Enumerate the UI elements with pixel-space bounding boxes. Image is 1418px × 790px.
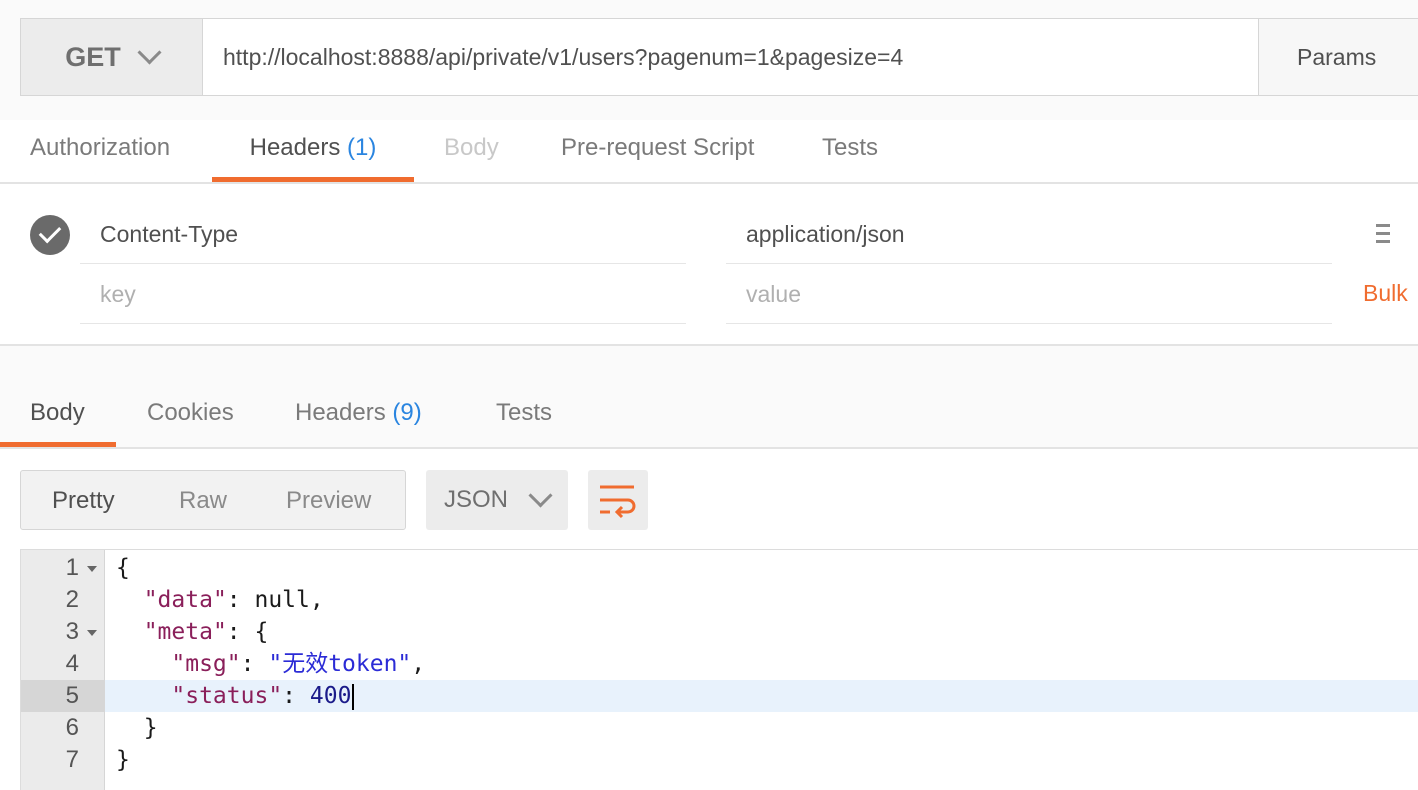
line-number: 4 bbox=[65, 650, 79, 677]
json-punct: : bbox=[282, 683, 310, 709]
code-text: "meta": { bbox=[116, 616, 269, 648]
json-key: "status" bbox=[171, 683, 283, 709]
request-tabs: Authorization Headers (1) Body Pre-reque… bbox=[0, 120, 1418, 184]
url-input[interactable]: http://localhost:8888/api/private/v1/use… bbox=[203, 19, 1259, 95]
json-punct: , bbox=[411, 651, 426, 677]
view-mode-toggle: Pretty Raw Preview bbox=[20, 470, 406, 530]
code-text: "data": null, bbox=[116, 584, 324, 616]
tab-label: Cookies bbox=[147, 399, 234, 426]
code-text: } bbox=[116, 712, 158, 744]
tab-response-body[interactable]: Body bbox=[30, 368, 90, 447]
line-number: 2 bbox=[65, 586, 79, 613]
tab-headers[interactable]: Headers (1) bbox=[212, 120, 414, 182]
section-divider bbox=[0, 346, 1418, 368]
tab-response-headers[interactable]: Headers (9) bbox=[295, 368, 435, 447]
json-punct: : bbox=[240, 651, 269, 677]
tab-tests[interactable]: Tests bbox=[822, 120, 882, 182]
response-tabs: Body Cookies Headers (9) Tests bbox=[0, 368, 1418, 449]
json-key: "msg" bbox=[171, 651, 241, 677]
code-line: 3 "meta": { bbox=[21, 616, 1418, 648]
tab-label: Authorization bbox=[30, 134, 171, 161]
tab-count-badge: (1) bbox=[347, 134, 377, 161]
active-tab-indicator bbox=[0, 442, 116, 447]
tab-label: Body bbox=[30, 399, 85, 426]
json-key: "meta" bbox=[143, 619, 227, 645]
header-value-field[interactable]: application/json bbox=[726, 204, 1332, 264]
checkmark-icon[interactable] bbox=[30, 215, 70, 255]
code-text: "msg": "无效token", bbox=[116, 648, 425, 680]
tab-cookies[interactable]: Cookies bbox=[147, 368, 239, 447]
request-bar: GET http://localhost:8888/api/private/v1… bbox=[20, 18, 1418, 96]
bulk-edit-link[interactable]: Bulk bbox=[1363, 280, 1408, 307]
json-key: "data" bbox=[143, 587, 227, 613]
json-punct: : { bbox=[226, 619, 269, 645]
tab-response-tests[interactable]: Tests bbox=[496, 368, 556, 447]
format-label: JSON bbox=[444, 486, 509, 513]
json-punct: : null, bbox=[226, 587, 324, 613]
line-number: 7 bbox=[65, 746, 79, 773]
chevron-down-icon bbox=[528, 482, 553, 508]
value-placeholder: value bbox=[746, 281, 801, 307]
text-cursor bbox=[352, 683, 355, 710]
json-number: 400 bbox=[309, 683, 352, 709]
header-key-field[interactable]: Content-Type bbox=[80, 204, 686, 264]
tab-pre-request-script[interactable]: Pre-request Script bbox=[561, 120, 763, 182]
tab-label: Headers bbox=[295, 399, 386, 426]
fold-arrow-icon[interactable] bbox=[87, 630, 97, 636]
tab-authorization[interactable]: Authorization bbox=[30, 120, 182, 182]
view-pretty-button[interactable]: Pretty bbox=[52, 487, 115, 515]
chevron-down-icon bbox=[137, 39, 162, 65]
line-number: 6 bbox=[65, 714, 79, 741]
method-select[interactable]: GET bbox=[21, 19, 203, 95]
code-text: } bbox=[116, 747, 130, 773]
tab-label: Tests bbox=[822, 134, 879, 161]
code-line: 2 "data": null, bbox=[21, 584, 1418, 616]
wrap-lines-icon bbox=[600, 485, 636, 519]
params-button[interactable]: Params bbox=[1259, 19, 1418, 95]
new-key-input[interactable]: key bbox=[80, 264, 686, 324]
hamburger-icon[interactable] bbox=[1376, 224, 1390, 244]
view-raw-button[interactable]: Raw bbox=[179, 487, 227, 515]
json-punct: } bbox=[143, 715, 158, 741]
tab-label: Body bbox=[444, 134, 499, 161]
tab-count-badge: (9) bbox=[392, 399, 422, 426]
code-line: 7 } bbox=[21, 744, 1418, 776]
view-preview-button[interactable]: Preview bbox=[286, 487, 371, 515]
fold-arrow-icon[interactable] bbox=[87, 566, 97, 572]
code-text: "status": 400 bbox=[116, 680, 355, 712]
code-line: 1 { bbox=[21, 552, 1418, 584]
format-select[interactable]: JSON bbox=[426, 470, 568, 530]
code-line-highlighted: 5 "status": 400 bbox=[21, 680, 1418, 712]
tab-label: Headers bbox=[249, 134, 341, 161]
code-text: { bbox=[116, 555, 130, 581]
header-key-text: Content-Type bbox=[100, 221, 239, 247]
wrap-lines-button[interactable] bbox=[588, 470, 648, 530]
key-placeholder: key bbox=[100, 281, 136, 307]
method-label: GET bbox=[65, 41, 121, 72]
json-string: "无效token" bbox=[268, 651, 412, 677]
code-line: 4 "msg": "无效token", bbox=[21, 648, 1418, 680]
line-number: 5 bbox=[21, 680, 105, 712]
new-value-input[interactable]: value bbox=[726, 264, 1332, 324]
code-line: 6 } bbox=[21, 712, 1418, 744]
params-label: Params bbox=[1297, 43, 1377, 70]
tab-label: Pre-request Script bbox=[561, 134, 755, 161]
response-body-editor[interactable]: 1 { 2 "data": null, 3 "meta": { 4 "msg":… bbox=[20, 549, 1418, 790]
active-tab-indicator bbox=[212, 177, 414, 182]
tab-label: Tests bbox=[496, 399, 553, 426]
tab-body[interactable]: Body bbox=[444, 120, 502, 182]
header-value-text: application/json bbox=[746, 221, 905, 247]
url-text: http://localhost:8888/api/private/v1/use… bbox=[223, 43, 904, 70]
